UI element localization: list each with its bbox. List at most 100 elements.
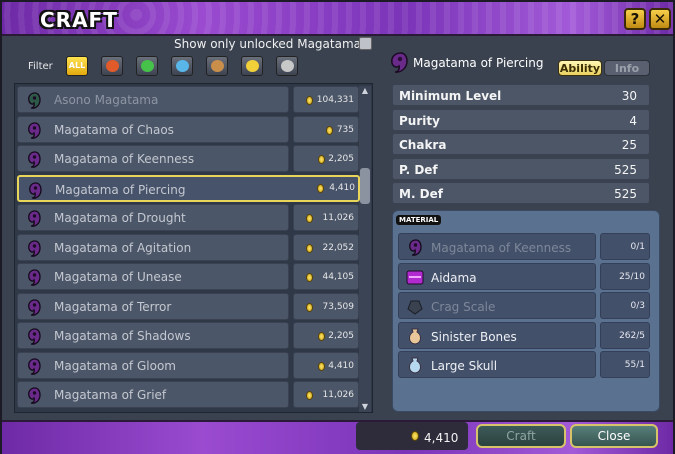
filter-all-button[interactable]: ALL: [66, 56, 88, 76]
list-item[interactable]: Magatama of Agitation 22,052: [17, 233, 359, 261]
material-count: 0/1: [630, 242, 645, 252]
item-cost-cell: 735: [293, 115, 359, 143]
list-item[interactable]: Magatama of Drought 11,026: [17, 204, 359, 231]
list-item[interactable]: Magatama of Grief 11,026: [17, 381, 359, 408]
filter-water-button[interactable]: [171, 56, 193, 76]
material-count: 0/3: [630, 301, 645, 311]
item-name-cell: Magatama of Keenness: [17, 145, 289, 172]
magatama-icon: [28, 92, 41, 109]
item-name: Magatama of Chaos: [54, 122, 174, 137]
filter-fire-button[interactable]: [101, 56, 123, 76]
help-button[interactable]: ?: [624, 8, 646, 30]
stat-row: M. Def 525: [392, 182, 650, 204]
stat-value: 4: [629, 113, 637, 128]
bag-icon: [409, 357, 421, 374]
material-name: Crag Scale: [431, 300, 496, 314]
material-name: Aidama: [431, 270, 477, 285]
item-name-cell: Magatama of Unease: [17, 263, 289, 290]
coin-icon: [306, 96, 313, 105]
item-cost: 11,026: [322, 213, 355, 223]
show-unlocked-label: Show only unlocked Magatama: [174, 37, 361, 51]
list-item[interactable]: Asono Magatama 104,331: [17, 86, 359, 113]
list-item[interactable]: Magatama of Shadows 2,205: [17, 322, 359, 349]
item-cost: 735: [336, 124, 354, 135]
material-count-cell: 0/3: [600, 292, 650, 319]
material-label: MATERIAL: [396, 215, 442, 225]
list-scrollbar[interactable]: ▲ ▼: [359, 86, 371, 412]
filter-wind-button[interactable]: [136, 56, 158, 76]
item-cost-cell: 104,331: [293, 86, 359, 113]
material-row[interactable]: Aidama 25/10: [398, 262, 650, 290]
earth-icon: [211, 60, 224, 72]
material-name-cell: Magatama of Keenness: [398, 233, 596, 260]
item-name-cell: Magatama of Chaos: [17, 115, 289, 143]
scroll-down-icon[interactable]: ▼: [359, 402, 371, 412]
stat-label: Chakra: [399, 138, 447, 152]
item-cost: 44,105: [322, 272, 355, 282]
neutral-icon: [281, 60, 294, 72]
item-name: Magatama of Grief: [54, 388, 167, 402]
magatama-list: Asono Magatama 104,331 Magatama of Chaos 73…: [14, 83, 373, 413]
filter-neutral-button[interactable]: [276, 56, 298, 76]
craft-button[interactable]: Craft: [476, 424, 566, 448]
magatama-icon: [29, 181, 42, 199]
magatama-icon: [409, 239, 422, 256]
item-cost: 11,026: [322, 390, 355, 400]
stat-value: 25: [621, 138, 637, 152]
material-count-cell: 262/5: [600, 321, 650, 349]
item-cost-cell: 44,105: [293, 263, 359, 290]
list-item[interactable]: Magatama of Chaos 735: [17, 115, 359, 143]
list-item[interactable]: Magatama of Terror 73,509: [17, 292, 359, 320]
close-button[interactable]: Close: [570, 424, 658, 448]
list-item[interactable]: Magatama of Piercing 4,410: [17, 174, 360, 202]
item-cost-cell: 4,410: [293, 351, 359, 379]
item-cost-cell: 73,509: [293, 292, 359, 320]
scroll-up-icon[interactable]: ▲: [359, 86, 371, 96]
item-cost-cell: 11,026: [293, 381, 359, 408]
material-name: Magatama of Keenness: [431, 241, 572, 255]
window-title: CRAFT: [40, 8, 118, 32]
item-name: Asono Magatama: [54, 93, 159, 107]
item-cost: 22,052: [322, 242, 355, 253]
close-window-button[interactable]: ✕: [649, 8, 671, 30]
coin-icon: [411, 431, 419, 441]
list-item[interactable]: Magatama of Gloom 4,410: [17, 351, 359, 379]
stat-label: P. Def: [399, 162, 438, 177]
item-name: Magatama of Keenness: [54, 152, 195, 166]
total-cost: 4,410: [424, 431, 459, 445]
show-unlocked-checkbox[interactable]: [359, 37, 372, 50]
item-cost-cell: 2,205: [293, 145, 359, 172]
tab-ability[interactable]: Ability: [558, 60, 602, 76]
item-cost: 104,331: [316, 95, 354, 105]
item-name-cell: Asono Magatama: [17, 86, 289, 113]
coin-icon: [317, 183, 324, 193]
scroll-thumb[interactable]: [360, 168, 370, 204]
bag-icon: [409, 328, 421, 345]
item-cost: 2,205: [328, 154, 354, 164]
water-icon: [176, 60, 189, 72]
stat-row: P. Def 525: [392, 157, 650, 180]
stat-label: M. Def: [399, 187, 443, 201]
tab-info[interactable]: Info: [604, 60, 650, 76]
material-row[interactable]: Sinister Bones 262/5: [398, 321, 650, 349]
item-name: Magatama of Terror: [54, 299, 172, 314]
filter-earth-button[interactable]: [206, 56, 228, 76]
list-item[interactable]: Magatama of Unease 44,105: [17, 263, 359, 290]
magatama-icon: [28, 239, 41, 257]
material-count-cell: 25/10: [600, 262, 650, 290]
material-row[interactable]: Large Skull 55/1: [398, 351, 650, 378]
material-row[interactable]: Magatama of Keenness 0/1: [398, 233, 650, 260]
item-cost-cell: 2,205: [293, 322, 359, 349]
wind-icon: [141, 60, 154, 72]
item-name: Magatama of Shadows: [54, 329, 191, 343]
material-row[interactable]: Crag Scale 0/3: [398, 292, 650, 319]
list-item[interactable]: Magatama of Keenness 2,205: [17, 145, 359, 172]
stat-row: Purity 4: [392, 108, 650, 131]
item-name: Magatama of Piercing: [55, 182, 186, 197]
magatama-icon: [28, 269, 41, 286]
item-name-cell: Magatama of Terror: [17, 292, 289, 320]
title-bar: CRAFT ? ✕: [2, 2, 673, 36]
filter-lightning-button[interactable]: [241, 56, 263, 76]
item-name-cell: Magatama of Agitation: [17, 233, 289, 261]
item-name: Magatama of Agitation: [54, 240, 192, 255]
